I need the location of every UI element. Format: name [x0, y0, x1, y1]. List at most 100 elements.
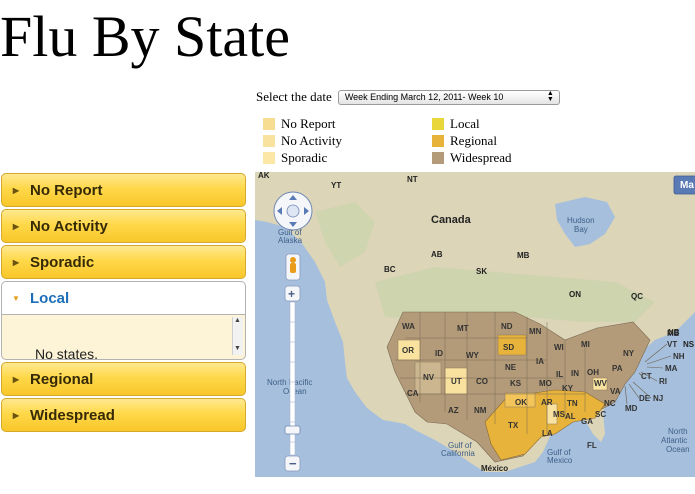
triangle-right-icon: ▶: [12, 221, 20, 231]
panel-scrollbar[interactable]: ▲ ▼: [232, 317, 243, 355]
accordion-header-no-activity[interactable]: ▶ No Activity: [1, 209, 246, 243]
accordion-header-label: Regional: [30, 370, 94, 388]
place-label-bay: Bay: [574, 225, 588, 234]
hand-icon: [286, 204, 300, 218]
state-label-ar: AR: [541, 398, 553, 407]
state-label-in: IN: [571, 369, 579, 378]
triangle-right-icon: ▶: [12, 410, 20, 420]
map-type-button-label: Ma: [680, 180, 694, 191]
state-label-mo: MO: [539, 379, 552, 388]
place-label-bc: BC: [384, 265, 396, 274]
state-label-mt: MT: [457, 324, 469, 333]
place-label-gulf-of-mexico-2: Mexico: [547, 456, 573, 465]
legend-label: Sporadic: [281, 150, 328, 165]
accordion-header-no-report[interactable]: ▶ No Report: [1, 173, 246, 207]
page-title: Flu By State: [0, 4, 291, 69]
triangle-down-icon: ▼: [12, 293, 20, 303]
state-label-ne: NE: [505, 363, 517, 372]
place-label-gulf-of-alaska-2: Alaska: [278, 236, 303, 245]
place-label-gulf-of-california-2: California: [441, 449, 475, 458]
accordion-header-label: No Activity: [30, 217, 108, 235]
state-label-ky: KY: [562, 384, 574, 393]
state-label-ma: MA: [665, 364, 678, 373]
state-label-nm: NM: [474, 406, 487, 415]
state-label-va: VA: [610, 387, 621, 396]
state-label-wa: WA: [402, 322, 415, 331]
place-label-on: ON: [569, 290, 581, 299]
legend-swatch: [432, 135, 444, 147]
state-label-ms: MS: [553, 410, 566, 419]
state-label-co: CO: [476, 377, 488, 386]
state-label-oh: OH: [587, 368, 599, 377]
legend-label: No Report: [281, 116, 336, 131]
state-label-vt: VT: [667, 340, 677, 349]
accordion-header-local[interactable]: ▼ Local: [1, 281, 246, 315]
legend-swatch: [263, 152, 275, 164]
state-label-pa: PA: [612, 364, 623, 373]
state-label-or: OR: [402, 346, 414, 355]
place-label-ak: AK: [258, 172, 270, 180]
zoom-handle[interactable]: [284, 425, 301, 435]
state-label-nd: ND: [501, 322, 513, 331]
scroll-down-icon[interactable]: ▼: [234, 345, 241, 352]
place-label-sk: SK: [476, 267, 487, 276]
place-label-canada: Canada: [431, 214, 472, 226]
accordion-header-label: No Report: [30, 181, 103, 199]
state-label-mi: MI: [581, 340, 590, 349]
state-label-sc: SC: [595, 410, 606, 419]
panel-message: No states.: [35, 346, 99, 360]
accordion-header-sporadic[interactable]: ▶ Sporadic: [1, 245, 246, 279]
state-label-ok: OK: [515, 398, 527, 407]
place-label-mb: MB: [517, 251, 530, 260]
legend-label: Local: [450, 116, 480, 131]
state-label-mn: MN: [529, 327, 542, 336]
legend-swatch: [263, 118, 275, 130]
accordion-header-label: Widespread: [30, 406, 115, 424]
date-select-value: Week Ending March 12, 2011- Week 10: [344, 92, 504, 102]
state-label-az: AZ: [448, 406, 459, 415]
select-arrows-icon: ▲ ▼: [546, 90, 554, 103]
state-label-md: MD: [625, 404, 638, 413]
state-label-ga: GA: [581, 417, 593, 426]
date-selector-row: Select the date Week Ending March 12, 20…: [256, 88, 560, 106]
place-label-qc: QC: [631, 292, 643, 301]
state-label-il: IL: [556, 370, 563, 379]
accordion-header-label: Local: [30, 289, 70, 307]
state-label-tn: TN: [567, 399, 578, 408]
zoom-in-icon: +: [288, 287, 295, 301]
flu-map[interactable]: WA OR CA ID NV MT WY UT AZ CO NM ND SD N…: [255, 172, 695, 477]
legend-item-sporadic: Sporadic: [263, 150, 327, 166]
state-label-al: AL: [565, 412, 576, 421]
state-label-wy: WY: [466, 351, 480, 360]
state-label-nh: NH: [673, 352, 685, 361]
accordion-header-widespread[interactable]: ▶ Widespread: [1, 398, 246, 432]
accordion-header-regional[interactable]: ▶ Regional: [1, 362, 246, 396]
state-label-id: ID: [435, 349, 443, 358]
legend-label: Widespread: [450, 150, 512, 165]
pan-control[interactable]: [273, 191, 313, 231]
place-label-ab: AB: [431, 250, 443, 259]
state-label-sd: SD: [503, 343, 514, 352]
state-label-ca: CA: [407, 389, 419, 398]
state-label-ut: UT: [451, 377, 462, 386]
state-label-ia: IA: [536, 357, 544, 366]
place-label-hudson: Hudson: [567, 216, 595, 225]
state-label-ks: KS: [510, 379, 522, 388]
pegman-icon[interactable]: [285, 253, 301, 281]
place-label-yt: YT: [331, 181, 341, 190]
place-label-ns: NS: [683, 340, 695, 349]
place-label-mexico: México: [481, 464, 508, 473]
legend-item-widespread: Widespread: [432, 150, 512, 166]
legend-label: Regional: [450, 133, 497, 148]
scroll-up-icon[interactable]: ▲: [234, 317, 241, 324]
place-label-north-atlantic-3: Ocean: [666, 445, 690, 454]
legend-item-regional: Regional: [432, 133, 497, 149]
legend-label: No Activity: [281, 133, 343, 148]
state-label-fl: FL: [587, 441, 597, 450]
state-label-wv: WV: [594, 379, 608, 388]
accordion-panel-local: No states. ▲ ▼: [1, 315, 246, 360]
state-label-tx: TX: [508, 421, 519, 430]
state-label-ny: NY: [623, 349, 635, 358]
legend-swatch: [432, 118, 444, 130]
date-select[interactable]: Week Ending March 12, 2011- Week 10 ▲ ▼: [337, 89, 560, 105]
